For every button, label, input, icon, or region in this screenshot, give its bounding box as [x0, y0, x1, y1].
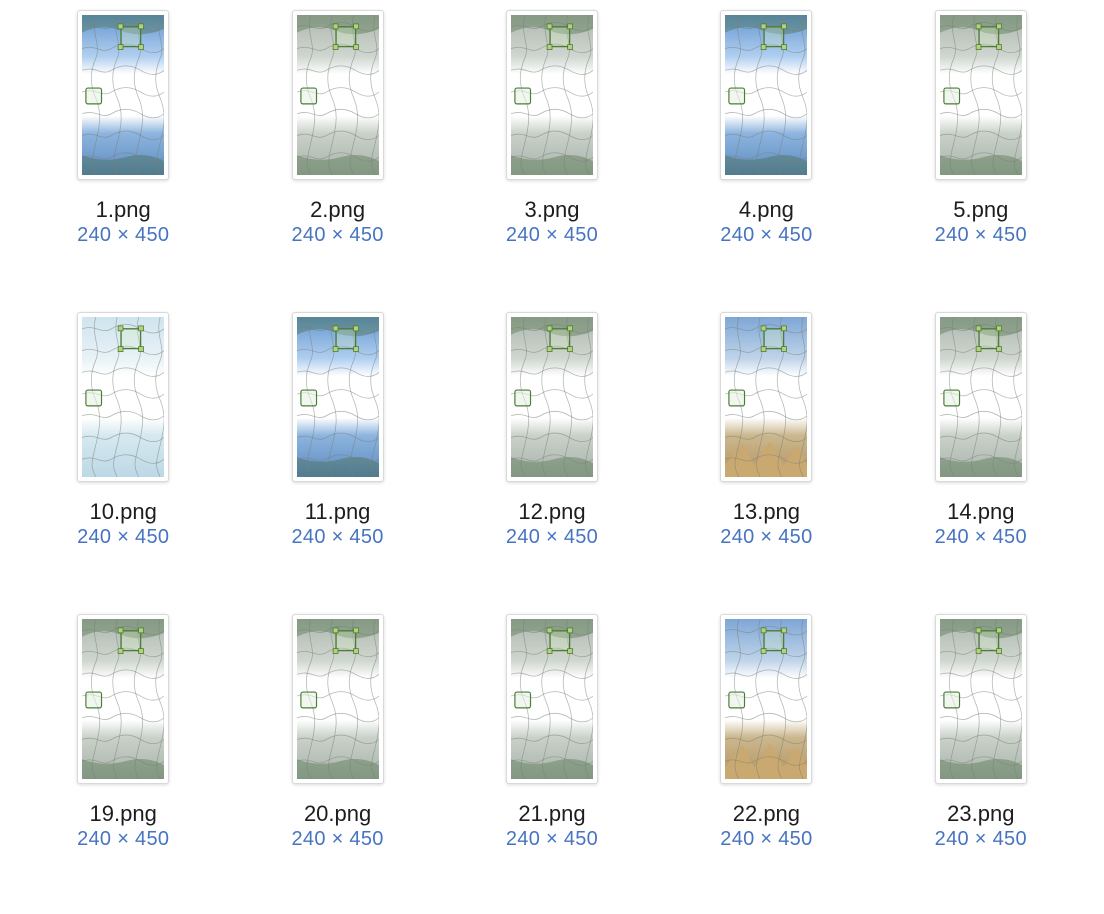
gallery-item[interactable]: 3.png240 × 450 — [445, 10, 659, 306]
dimensions-label: 240 × 450 — [935, 224, 1027, 247]
filename-label: 5.png — [953, 198, 1008, 222]
thumbnail[interactable] — [292, 614, 384, 784]
gallery-item[interactable]: 21.png240 × 450 — [445, 614, 659, 910]
thumbnail[interactable] — [506, 10, 598, 180]
gallery-item[interactable]: 14.png240 × 450 — [874, 312, 1088, 608]
thumbnail[interactable] — [935, 10, 1027, 180]
filename-label: 20.png — [304, 802, 371, 826]
dimensions-label: 240 × 450 — [291, 526, 383, 549]
filename-label: 12.png — [518, 500, 585, 524]
gallery-item[interactable]: 22.png240 × 450 — [659, 614, 873, 910]
dimensions-label: 240 × 450 — [935, 526, 1027, 549]
dimensions-label: 240 × 450 — [506, 828, 598, 851]
filename-label: 21.png — [518, 802, 585, 826]
gallery-item[interactable]: 2.png240 × 450 — [230, 10, 444, 306]
dimensions-label: 240 × 450 — [935, 828, 1027, 851]
dimensions-label: 240 × 450 — [720, 224, 812, 247]
dimensions-label: 240 × 450 — [720, 828, 812, 851]
gallery-item[interactable]: 1.png240 × 450 — [16, 10, 230, 306]
thumbnail[interactable] — [77, 10, 169, 180]
thumbnail[interactable] — [506, 312, 598, 482]
dimensions-label: 240 × 450 — [291, 828, 383, 851]
thumbnail[interactable] — [720, 10, 812, 180]
thumbnail[interactable] — [935, 614, 1027, 784]
filename-label: 23.png — [947, 802, 1014, 826]
filename-label: 19.png — [90, 802, 157, 826]
gallery-item[interactable]: 10.png240 × 450 — [16, 312, 230, 608]
gallery-item[interactable]: 20.png240 × 450 — [230, 614, 444, 910]
dimensions-label: 240 × 450 — [506, 224, 598, 247]
dimensions-label: 240 × 450 — [77, 526, 169, 549]
dimensions-label: 240 × 450 — [720, 526, 812, 549]
thumbnail[interactable] — [292, 312, 384, 482]
thumbnail[interactable] — [935, 312, 1027, 482]
filename-label: 4.png — [739, 198, 794, 222]
dimensions-label: 240 × 450 — [506, 526, 598, 549]
filename-label: 2.png — [310, 198, 365, 222]
filename-label: 13.png — [733, 500, 800, 524]
dimensions-label: 240 × 450 — [77, 224, 169, 247]
thumbnail[interactable] — [720, 312, 812, 482]
thumbnail[interactable] — [77, 614, 169, 784]
thumbnail[interactable] — [77, 312, 169, 482]
thumbnail[interactable] — [506, 614, 598, 784]
filename-label: 10.png — [90, 500, 157, 524]
filename-label: 22.png — [733, 802, 800, 826]
image-gallery: 1.png240 × 450 2.png240 × 450 — [0, 0, 1104, 914]
dimensions-label: 240 × 450 — [77, 828, 169, 851]
thumbnail[interactable] — [292, 10, 384, 180]
thumbnail[interactable] — [720, 614, 812, 784]
gallery-item[interactable]: 13.png240 × 450 — [659, 312, 873, 608]
gallery-item[interactable]: 4.png240 × 450 — [659, 10, 873, 306]
filename-label: 3.png — [524, 198, 579, 222]
dimensions-label: 240 × 450 — [291, 224, 383, 247]
gallery-item[interactable]: 23.png240 × 450 — [874, 614, 1088, 910]
gallery-item[interactable]: 5.png240 × 450 — [874, 10, 1088, 306]
gallery-item[interactable]: 12.png240 × 450 — [445, 312, 659, 608]
gallery-item[interactable]: 19.png240 × 450 — [16, 614, 230, 910]
filename-label: 14.png — [947, 500, 1014, 524]
gallery-item[interactable]: 11.png240 × 450 — [230, 312, 444, 608]
filename-label: 1.png — [96, 198, 151, 222]
filename-label: 11.png — [305, 500, 371, 524]
